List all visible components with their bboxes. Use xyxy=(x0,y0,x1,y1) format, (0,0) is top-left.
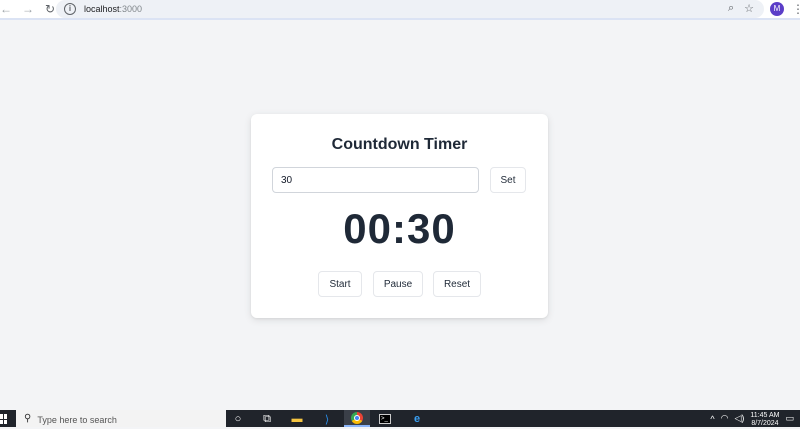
seconds-input[interactable] xyxy=(272,167,479,193)
terminal-glyph: >_ xyxy=(379,414,391,424)
system-tray: ^ ◠ ◁) 11:45 AM 8/7/2024 ▭ xyxy=(710,410,794,427)
system-clock[interactable]: 11:45 AM 8/7/2024 xyxy=(750,412,779,428)
url-text: localhost:3000 xyxy=(84,4,142,14)
zoom-icon[interactable]: ⌕ xyxy=(728,2,734,15)
page-title: Countdown Timer xyxy=(331,136,468,153)
browser-toolbar: ← → ↻ i localhost:3000 ⌕ ☆ M ⋮ xyxy=(0,0,800,20)
windows-start-icon[interactable] xyxy=(0,414,8,424)
kebab-menu-icon[interactable]: ⋮ xyxy=(792,1,800,17)
volume-icon[interactable]: ◁) xyxy=(735,413,745,424)
forward-arrow-icon[interactable]: → xyxy=(18,0,38,18)
chrome-logo xyxy=(351,411,363,424)
task-view-icon[interactable]: ⧉ xyxy=(260,412,274,426)
taskbar-search-box[interactable]: ⚲ Type here to search xyxy=(16,410,226,427)
pause-button[interactable]: Pause xyxy=(373,271,423,297)
profile-avatar[interactable]: M xyxy=(770,2,784,16)
url-host: localhost xyxy=(84,4,120,14)
reset-button[interactable]: Reset xyxy=(433,271,481,297)
clock-time: 11:45 AM xyxy=(750,411,780,419)
site-info-icon[interactable]: i xyxy=(64,3,76,15)
timer-card: Countdown Timer Set 00:30 Start Pause Re… xyxy=(251,114,548,318)
vscode-icon[interactable]: ⟩ xyxy=(320,412,334,426)
url-port: :3000 xyxy=(119,4,143,14)
windows-taskbar: ⚲ Type here to search ○ ⧉ ▬ ⟩ >_ e ^ ◠ ◁… xyxy=(0,410,800,427)
timer-display: 00:30 xyxy=(343,205,456,252)
chrome-icon[interactable] xyxy=(344,410,370,427)
omnibox-actions: ⌕ ☆ xyxy=(728,2,754,15)
back-arrow-icon[interactable]: ← xyxy=(0,0,16,18)
search-placeholder: Type here to search xyxy=(37,415,117,425)
start-button[interactable]: Start xyxy=(318,271,362,297)
bookmark-star-icon[interactable]: ☆ xyxy=(744,2,754,15)
set-button[interactable]: Set xyxy=(490,167,526,193)
file-explorer-icon[interactable]: ▬ xyxy=(290,412,304,426)
address-bar[interactable]: i localhost:3000 ⌕ ☆ xyxy=(56,0,764,18)
search-icon: ⚲ xyxy=(24,413,32,424)
cortana-icon[interactable]: ○ xyxy=(231,412,245,426)
terminal-icon[interactable]: >_ xyxy=(378,412,392,426)
notification-icon[interactable]: ▭ xyxy=(785,413,794,424)
clock-date: 8/7/2024 xyxy=(751,419,779,427)
edge-icon[interactable]: e xyxy=(410,412,424,426)
network-icon[interactable]: ◠ xyxy=(721,413,729,424)
tray-chevron-icon[interactable]: ^ xyxy=(710,414,714,424)
